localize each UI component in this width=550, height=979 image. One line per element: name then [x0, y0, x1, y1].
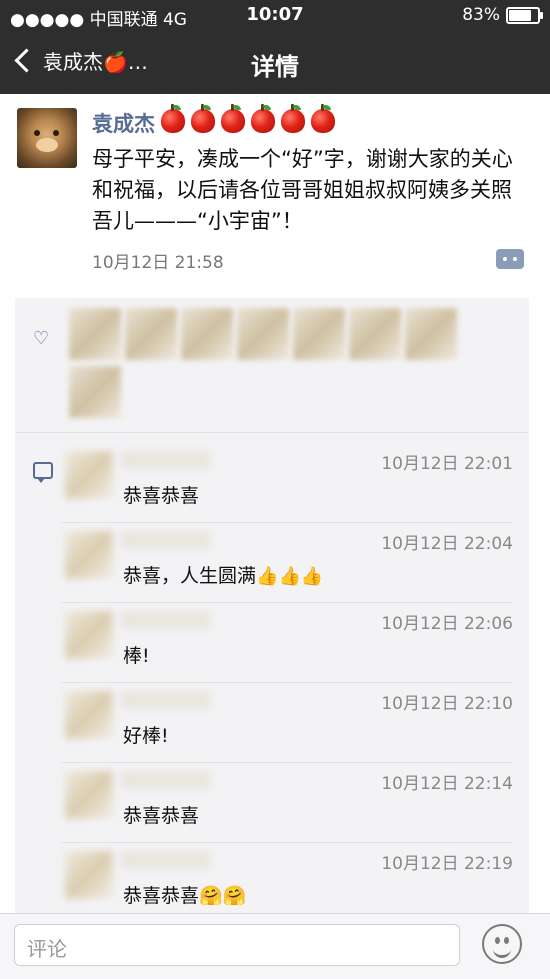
author-avatar[interactable]	[17, 108, 77, 168]
comment-item[interactable]: 10月12日 22:19 恭喜恭喜🤗🤗	[61, 843, 513, 913]
comment-text: 恭喜恭喜	[123, 485, 200, 507]
red-apple-icon	[221, 103, 245, 133]
commenter-avatar[interactable]	[65, 851, 113, 899]
author-badges	[155, 103, 335, 138]
battery-icon	[506, 6, 543, 24]
status-bar: ●●●●● 中国联通 4G 10:07 83%	[0, 0, 550, 32]
commenter-avatar[interactable]	[65, 771, 113, 819]
comment-item[interactable]: 10月12日 22:14 恭喜恭喜	[61, 763, 513, 843]
commenter-name[interactable]	[121, 531, 211, 549]
commenter-name[interactable]	[121, 611, 211, 629]
comment-time: 10月12日 22:19	[381, 854, 513, 874]
thumbs-up-icon: 👍	[256, 566, 279, 587]
commenter-name[interactable]	[121, 451, 211, 469]
red-apple-icon	[251, 103, 275, 133]
comment-item[interactable]: 10月12日 22:04 恭喜，人生圆满👍👍👍	[61, 523, 513, 603]
comment-text: 恭喜恭喜🤗🤗	[123, 885, 247, 907]
comment-time: 10月12日 22:06	[381, 614, 513, 634]
author-name[interactable]: 袁成杰	[92, 108, 155, 138]
red-apple-icon	[281, 103, 305, 133]
thumbs-up-icon: 👍	[278, 566, 301, 587]
likes-avatars	[69, 308, 489, 423]
hugging-face-icon: 🤗	[222, 885, 247, 907]
comment-time: 10月12日 22:01	[381, 454, 513, 474]
comment-text: 恭喜恭喜	[123, 805, 200, 827]
interaction-panel: ♡ 10月12日 22:01 恭喜恭喜 10月12日 22:04 恭喜，人生圆满👍👍👍…	[15, 298, 529, 913]
comment-bubble-icon	[33, 462, 53, 483]
red-apple-icon	[311, 103, 335, 133]
comment-text: 好棒!	[123, 725, 169, 747]
commenter-avatar[interactable]	[65, 451, 113, 499]
comment-text: 棒!	[123, 645, 150, 667]
battery-percent: 83%	[462, 5, 500, 25]
battery-indicator: 83%	[462, 5, 543, 25]
comment-item[interactable]: 10月12日 22:10 好棒!	[61, 683, 513, 763]
thumbs-up-icon: 👍	[300, 566, 324, 587]
navigation-bar: 袁成杰🍎… 详情	[0, 32, 550, 94]
commenter-name[interactable]	[121, 851, 211, 869]
post-text: 母子平安，凑成一个“好”字，谢谢大家的关心和祝福，以后请各位哥哥姐姐叔叔阿姨多关…	[92, 147, 513, 233]
red-apple-icon	[191, 103, 215, 133]
comment-input[interactable]: 评论	[14, 924, 460, 966]
red-apple-icon	[161, 103, 185, 133]
commenter-name[interactable]	[121, 691, 211, 709]
comment-time: 10月12日 22:10	[381, 694, 513, 714]
commenter-name[interactable]	[121, 771, 211, 789]
comment-item[interactable]: 10月12日 22:06 棒!	[61, 603, 513, 683]
hugging-face-icon: 🤗	[199, 885, 223, 907]
comment-action-button[interactable]	[496, 249, 524, 269]
post-time: 10月12日 21:58	[92, 253, 224, 273]
author-name-row[interactable]: 袁成杰	[92, 103, 335, 138]
heart-icon: ♡	[33, 328, 50, 349]
comment-time: 10月12日 22:14	[381, 774, 513, 794]
comment-text: 恭喜，人生圆满👍👍👍	[123, 565, 324, 587]
commenter-avatar[interactable]	[65, 531, 113, 579]
comment-input-bar: 评论	[0, 913, 550, 979]
comment-time: 10月12日 22:04	[381, 534, 513, 554]
page-title: 详情	[251, 53, 299, 81]
comment-item[interactable]: 10月12日 22:01 恭喜恭喜	[61, 443, 513, 523]
commenter-avatar[interactable]	[65, 691, 113, 739]
emoji-button[interactable]	[482, 924, 522, 964]
commenter-avatar[interactable]	[65, 611, 113, 659]
